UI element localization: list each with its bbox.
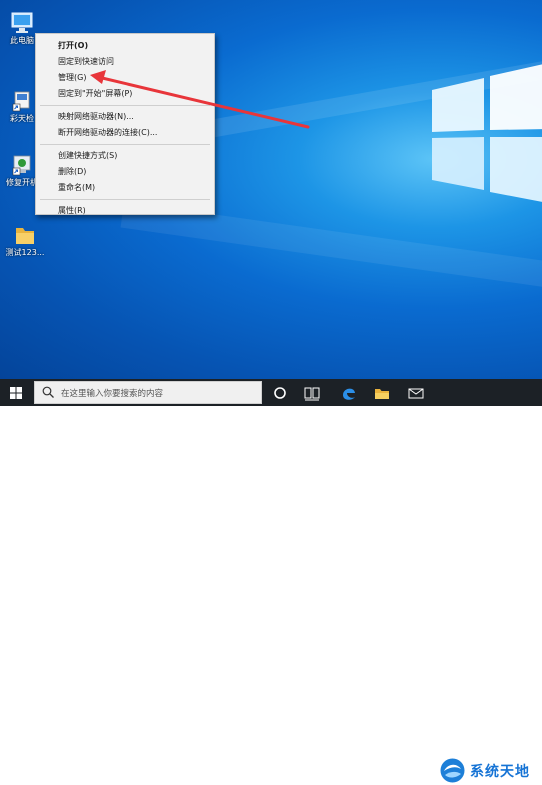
desktop-icon-label: 测试123... (5, 248, 45, 257)
menu-item-delete[interactable]: 删除(D) (36, 164, 214, 180)
file-explorer-icon[interactable] (372, 383, 392, 403)
desktop-icon-folder[interactable]: 测试123... (3, 222, 47, 258)
repair-tool-icon (9, 152, 35, 178)
search-placeholder: 在这里输入你要搜索的内容 (61, 389, 164, 399)
app-shortcut-icon (9, 88, 35, 114)
edge-browser-icon[interactable] (339, 383, 359, 403)
menu-item-disconnect-drive[interactable]: 断开网络驱动器的连接(C)... (36, 125, 214, 141)
watermark-logo-icon (440, 758, 465, 783)
watermark-text: 系统天地 (470, 764, 530, 780)
cortana-icon[interactable] (270, 383, 290, 403)
menu-item-pin-quick-access[interactable]: 固定到快速访问 (36, 54, 214, 70)
site-watermark: 系统天地 (436, 756, 542, 785)
task-view-icon[interactable] (302, 383, 322, 403)
menu-item-manage[interactable]: 管理(G) (36, 70, 214, 86)
menu-item-rename[interactable]: 重命名(M) (36, 180, 214, 196)
menu-item-properties[interactable]: 属性(R) (36, 203, 214, 219)
menu-item-pin-start[interactable]: 固定到"开始"屏幕(P) (36, 86, 214, 102)
taskbar: 在这里输入你要搜索的内容 系统天地 (0, 379, 542, 785)
desktop: 此电脑 彩天检 修复开机 测试123... 打开(O) 固定到快速访问 管理(G… (0, 0, 542, 379)
context-menu: 打开(O) 固定到快速访问 管理(G) 固定到"开始"屏幕(P) 映射网络驱动器… (35, 33, 215, 215)
taskbar-search-box[interactable]: 在这里输入你要搜索的内容 (34, 381, 262, 404)
monitor-icon (9, 10, 35, 36)
mail-icon[interactable] (406, 383, 426, 403)
menu-separator (40, 199, 210, 200)
menu-item-create-shortcut[interactable]: 创建快捷方式(S) (36, 148, 214, 164)
windows-start-icon[interactable] (10, 387, 22, 399)
menu-item-map-drive[interactable]: 映射网络驱动器(N)... (36, 109, 214, 125)
windows-logo-wallpaper (432, 64, 542, 202)
menu-item-open[interactable]: 打开(O) (36, 38, 214, 54)
search-icon (42, 386, 54, 398)
menu-separator (40, 105, 210, 106)
menu-separator (40, 144, 210, 145)
folder-icon (12, 222, 38, 248)
